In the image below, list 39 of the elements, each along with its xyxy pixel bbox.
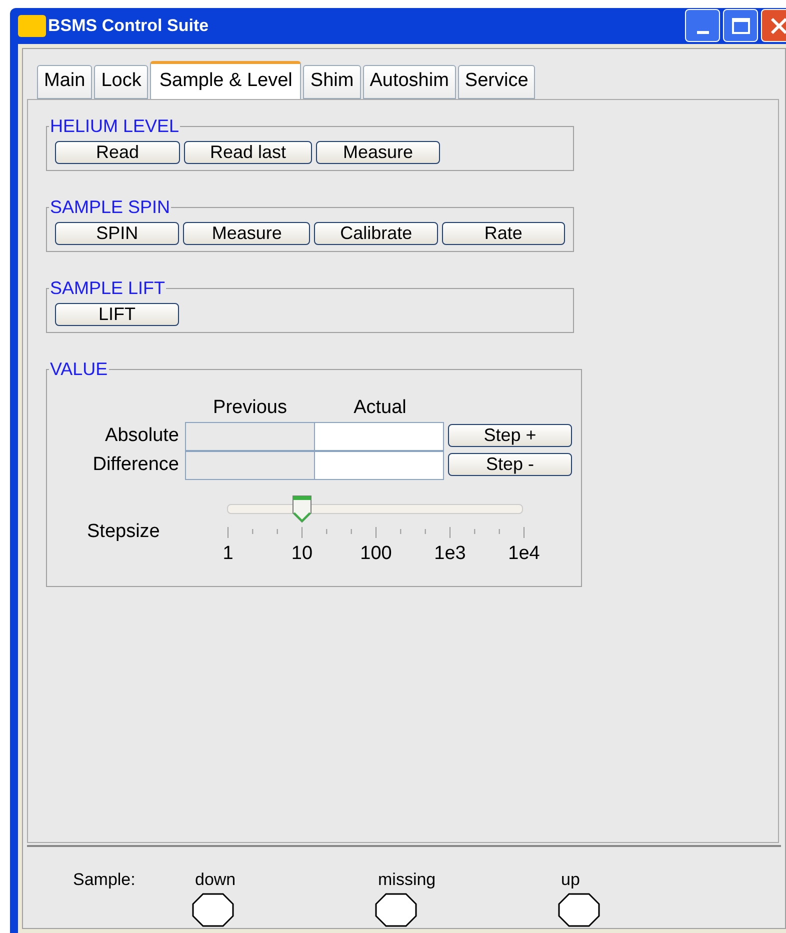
close-button[interactable] (761, 9, 786, 42)
row-label: Difference (92, 453, 180, 478)
tab[interactable]: Lock (94, 64, 148, 98)
indicator-label: up (561, 868, 580, 890)
slider-thumb[interactable] (292, 495, 312, 523)
tick-label: 100 (360, 542, 392, 566)
tab[interactable]: Sample & Level (150, 60, 302, 98)
panel-button[interactable]: Read (55, 140, 180, 164)
sample-label: Sample: (73, 868, 136, 890)
panel-button[interactable]: Step - (448, 452, 572, 476)
panel-button[interactable]: LIFT (55, 302, 179, 326)
column-header: Actual (352, 396, 408, 420)
maximize-button[interactable] (723, 9, 758, 42)
panel-button[interactable]: Read last (184, 140, 312, 164)
tick-label: 1 (222, 542, 234, 566)
tab[interactable]: Autoshim (362, 64, 456, 98)
indicator-label: missing (378, 868, 436, 890)
panel-button[interactable]: SPIN (55, 222, 180, 244)
window-title: BSMS Control Suite (48, 15, 210, 37)
stepsize-label: Stepsize (86, 520, 161, 544)
panel-button[interactable]: Rate (442, 222, 566, 244)
tick-label: 10 (291, 542, 313, 566)
actual-value-field[interactable] (314, 451, 444, 480)
indicator-label: down (195, 868, 236, 890)
app-icon (18, 14, 46, 37)
actual-value-field[interactable] (314, 422, 444, 451)
column-header: Previous (212, 396, 288, 420)
tick-label: 1e4 (508, 542, 540, 566)
panel-button[interactable]: Measure (316, 140, 440, 164)
tab[interactable]: Service (458, 64, 536, 98)
panel-button[interactable]: Measure (183, 222, 310, 244)
close-icon (768, 16, 786, 36)
tab[interactable]: Shim (303, 64, 361, 98)
tab[interactable]: Main (37, 64, 92, 98)
minimize-button[interactable] (685, 9, 720, 42)
panel-button[interactable]: Calibrate (314, 222, 438, 244)
row-label: Absolute (104, 424, 180, 448)
panel-button[interactable]: Step + (448, 424, 572, 447)
tick-label: 1e3 (434, 542, 466, 566)
